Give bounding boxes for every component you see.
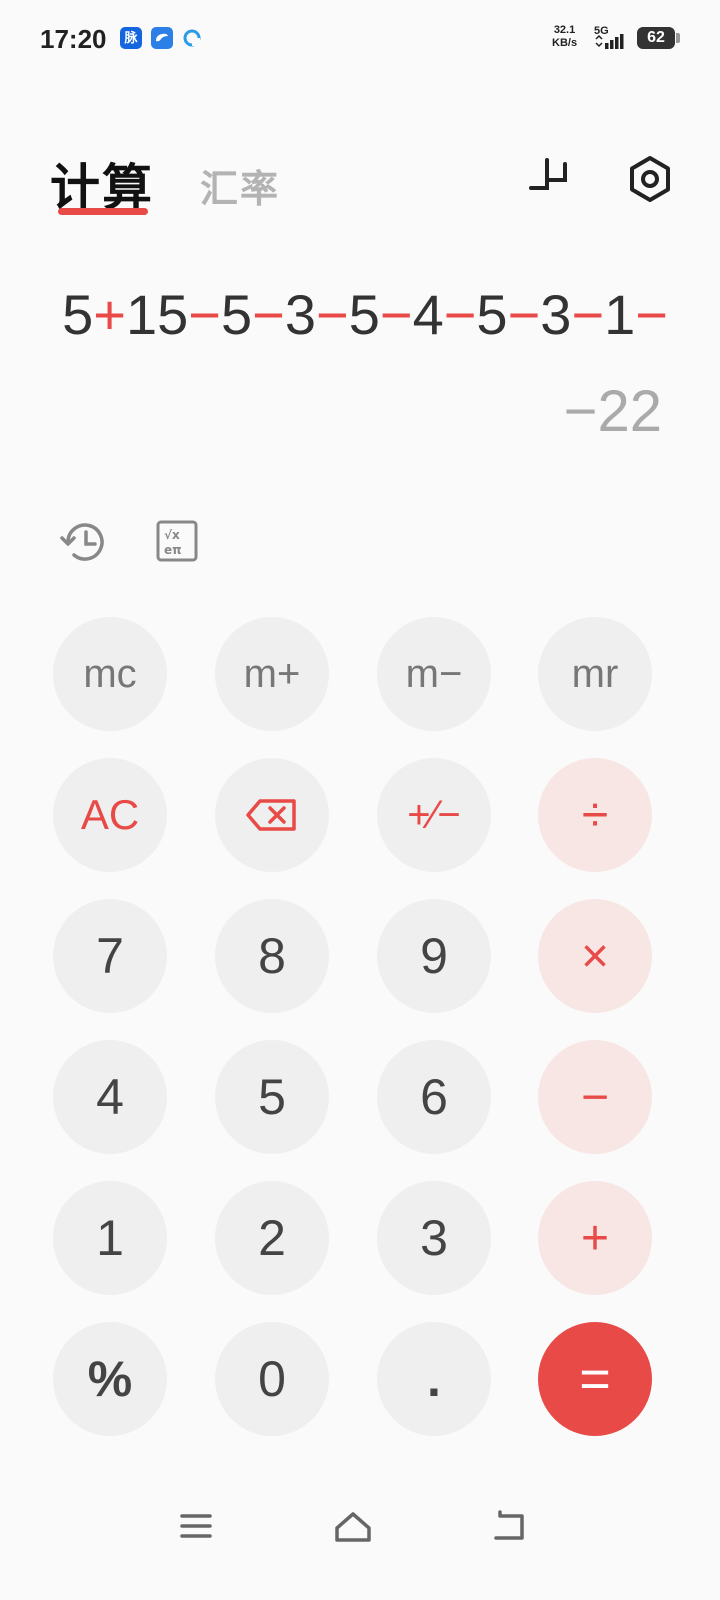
notification-cloud-icon (151, 27, 173, 49)
signal-icon: 5G (594, 24, 630, 52)
floating-window-button[interactable] (529, 152, 585, 208)
scientific-calculator-icon: √x eπ (156, 520, 198, 562)
expression-operand: 1 (604, 283, 636, 346)
backspace-button[interactable] (215, 758, 329, 872)
digit-8-button[interactable]: 8 (215, 899, 329, 1013)
network-type: 5G (594, 25, 609, 37)
memory-clear-button[interactable]: mc (53, 617, 167, 731)
all-clear-button[interactable]: AC (53, 758, 167, 872)
expression-operator: − (379, 283, 413, 346)
svg-text:√x: √x (164, 528, 180, 542)
expression-operand: 5 (62, 283, 94, 346)
status-bar: 17:20 脉 32.1 KB/s 5G 62 (0, 0, 720, 80)
multiply-button[interactable]: × (538, 899, 652, 1013)
network-speed-value: 32.1 (553, 24, 576, 36)
digit-9-button[interactable]: 9 (377, 899, 491, 1013)
expression-display: 5+15−5−3−5−4−5−3−1− (28, 282, 668, 352)
settings-button[interactable] (622, 152, 678, 208)
status-time: 17:20 (40, 24, 107, 54)
expression-operator: − (571, 283, 605, 346)
expression-operand: 3 (540, 283, 572, 346)
result-display: −22 (563, 379, 662, 444)
memory-add-button[interactable]: m+ (215, 617, 329, 731)
notification-app-icon: 脉 (120, 27, 142, 49)
digit-5-button[interactable]: 5 (215, 1040, 329, 1154)
digit-7-button[interactable]: 7 (53, 899, 167, 1013)
network-speed: 32.1 KB/s (552, 24, 577, 50)
nav-back-button[interactable] (488, 1508, 532, 1544)
crop-plus-icon (529, 158, 567, 190)
history-icon (60, 523, 104, 561)
expression-operand: 5 (476, 283, 508, 346)
expression-text: 5+15−5−3−5−4−5−3−1− (62, 283, 668, 346)
digit-4-button[interactable]: 4 (53, 1040, 167, 1154)
expression-operand: 5 (348, 283, 380, 346)
expression-operator: − (252, 283, 285, 346)
expression-operator: − (507, 283, 541, 346)
svg-text:eπ: eπ (164, 543, 182, 557)
notification-browser-icon (181, 27, 203, 49)
digit-2-button[interactable]: 2 (215, 1181, 329, 1295)
add-button[interactable]: + (538, 1181, 652, 1295)
battery-tip (676, 33, 680, 43)
percent-button[interactable]: % (53, 1322, 167, 1436)
digit-6-button[interactable]: 6 (377, 1040, 491, 1154)
expression-operator: − (188, 283, 221, 346)
expression-operand: 5 (220, 283, 253, 346)
subtract-button[interactable]: − (538, 1040, 652, 1154)
active-tab-indicator (58, 208, 148, 215)
nav-recents-button[interactable] (174, 1508, 218, 1544)
expression-operator: − (443, 283, 477, 346)
expression-operator: + (93, 283, 126, 346)
memory-recall-button[interactable]: mr (538, 617, 652, 731)
network-speed-unit: KB/s (552, 37, 578, 49)
expression-operator: − (316, 283, 349, 346)
home-icon (335, 1512, 371, 1542)
plus-minus-button[interactable]: +∕− (377, 758, 491, 872)
scientific-mode-button[interactable]: √x eπ (152, 516, 204, 568)
expression-operand: 4 (412, 283, 444, 346)
backspace-icon (246, 799, 296, 831)
digit-0-button[interactable]: 0 (215, 1322, 329, 1436)
tab-exchange-rate[interactable]: 汇率 (200, 158, 280, 213)
expression-operator: − (635, 283, 668, 346)
digit-1-button[interactable]: 1 (53, 1181, 167, 1295)
nav-home-button[interactable] (331, 1508, 375, 1544)
divide-button[interactable]: ÷ (538, 758, 652, 872)
menu-icon (180, 1514, 212, 1538)
history-button[interactable] (58, 516, 110, 568)
memory-subtract-button[interactable]: m− (377, 617, 491, 731)
digit-3-button[interactable]: 3 (377, 1181, 491, 1295)
expression-operand: 15 (125, 283, 189, 346)
calculator-screen: 17:20 脉 32.1 KB/s 5G 62 计算 汇率 5+15−5−3−5… (0, 0, 720, 1600)
decimal-point-button[interactable]: . (377, 1322, 491, 1436)
equals-button[interactable]: = (538, 1322, 652, 1436)
back-icon (494, 1510, 524, 1540)
expression-operand: 3 (284, 283, 316, 346)
gear-icon (630, 156, 670, 202)
battery-indicator: 62 (637, 27, 675, 49)
